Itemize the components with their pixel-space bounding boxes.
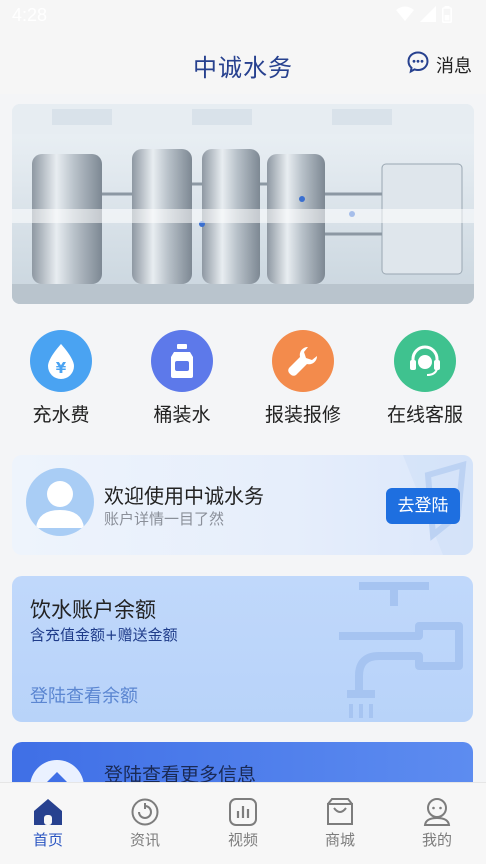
water-plant-photo — [12, 104, 474, 304]
tab-label: 商城 — [324, 831, 355, 849]
signal-icon — [420, 6, 436, 27]
balance-title: 饮水账户余额 — [30, 598, 156, 622]
battery-icon — [442, 6, 452, 27]
bottled-water-button[interactable]: 桶装水 — [122, 330, 242, 427]
profile-icon — [402, 793, 472, 827]
app-header: 中诚水务 消息 — [0, 34, 486, 94]
view-balance-link[interactable]: 登陆查看余额 — [30, 682, 138, 708]
home-icon — [13, 793, 83, 827]
online-service-button[interactable]: 在线客服 — [365, 330, 485, 427]
tab-label: 首页 — [32, 831, 63, 849]
login-button[interactable]: 去登陆 — [386, 488, 460, 524]
quick-action-label: 在线客服 — [386, 404, 463, 426]
balance-card[interactable]: 饮水账户余额 含充值金额+赠送金额 登陆查看余额 — [12, 576, 473, 722]
status-bar: 4:28 — [0, 0, 486, 34]
bottom-tab-bar: 首页 资讯 视频 商城 我的 — [0, 782, 486, 864]
quick-action-label: 报装报修 — [264, 404, 341, 426]
tab-news[interactable]: 资讯 — [110, 793, 180, 850]
tab-label: 我的 — [421, 831, 452, 849]
tab-profile[interactable]: 我的 — [402, 793, 472, 850]
tab-video[interactable]: 视频 — [208, 793, 278, 850]
quick-action-label: 桶装水 — [153, 404, 211, 426]
balance-subtitle: 含充值金额+赠送金额 — [30, 626, 178, 644]
wifi-icon — [396, 6, 414, 27]
water-bucket-icon — [151, 330, 213, 392]
messages-label: 消息 — [436, 55, 472, 77]
quick-action-label: 充水费 — [32, 404, 90, 426]
tab-home[interactable]: 首页 — [13, 793, 83, 850]
yen-drop-icon: ¥ — [30, 330, 92, 392]
video-icon — [208, 793, 278, 827]
welcome-card: 欢迎使用中诚水务 账户详情一目了然 去登陆 — [12, 455, 473, 555]
tab-label: 资讯 — [129, 831, 160, 849]
quick-actions: ¥ 充水费 桶装水 报装报修 在线客服 — [0, 330, 486, 430]
status-icons — [396, 6, 452, 27]
promo-banner[interactable] — [12, 104, 474, 304]
wrench-icon — [272, 330, 334, 392]
welcome-subtitle: 账户详情一目了然 — [104, 510, 225, 528]
svg-text:¥: ¥ — [56, 359, 67, 377]
headset-icon — [394, 330, 456, 392]
tab-label: 视频 — [227, 831, 258, 849]
install-repair-button[interactable]: 报装报修 — [243, 330, 363, 427]
status-time: 4:28 — [12, 5, 48, 25]
avatar[interactable] — [26, 468, 94, 536]
shop-bag-icon — [305, 793, 375, 827]
welcome-title: 欢迎使用中诚水务 — [104, 484, 264, 508]
messages-button[interactable]: 消息 — [406, 50, 472, 79]
pay-water-bill-button[interactable]: ¥ 充水费 — [1, 330, 121, 427]
news-icon — [110, 793, 180, 827]
tab-shop[interactable]: 商城 — [305, 793, 375, 850]
faucet-icon — [339, 582, 463, 718]
message-bubble-icon — [406, 50, 430, 79]
